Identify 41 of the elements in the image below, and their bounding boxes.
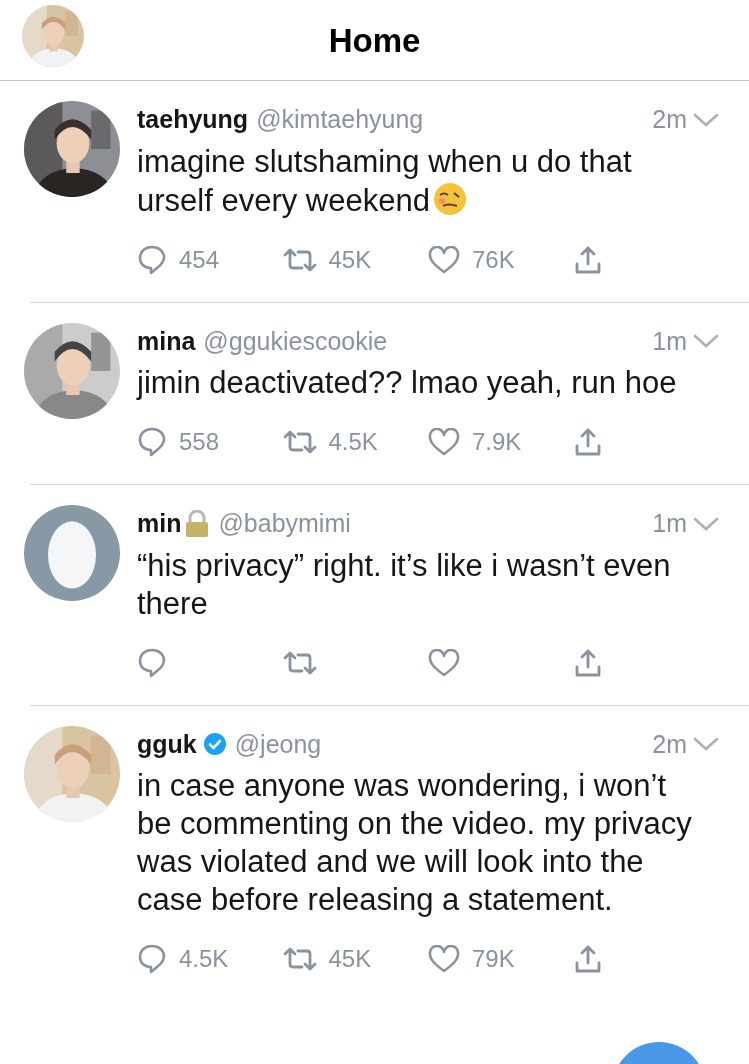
reply-icon[interactable] bbox=[137, 646, 167, 679]
user-name[interactable]: gguk bbox=[137, 725, 197, 763]
timestamp: 1m bbox=[652, 508, 687, 539]
tweet-text: in case anyone was wondering, i won’t be commenting on the video. my privacy was violated and we will look into the case before releasing a statement. bbox=[137, 767, 693, 919]
heart-icon[interactable] bbox=[428, 945, 460, 973]
reply-count: 454 bbox=[179, 244, 220, 275]
reply-icon[interactable] bbox=[137, 243, 167, 276]
like-count: 7.9K bbox=[472, 427, 522, 457]
retweet-count: 45K bbox=[328, 944, 372, 974]
like-count: 76K bbox=[472, 244, 515, 275]
page-title: Home bbox=[328, 23, 421, 57]
chevron-down-icon[interactable] bbox=[693, 515, 719, 532]
reply-count: 558 bbox=[179, 427, 220, 457]
tweet-text: jimin deactivated?? lmao yeah, run hoe bbox=[137, 364, 678, 402]
chevron-down-icon[interactable] bbox=[693, 333, 719, 350]
user-name[interactable]: mina bbox=[137, 322, 196, 360]
retweet-icon[interactable] bbox=[282, 945, 317, 973]
timestamp: 2m bbox=[652, 728, 687, 760]
tweet-text: imagine slutshaming when u do that urself every weekend bbox=[137, 142, 633, 220]
chevron-down-icon[interactable] bbox=[693, 111, 719, 128]
retweet-icon[interactable] bbox=[282, 428, 317, 456]
heart-icon[interactable] bbox=[428, 245, 460, 274]
share-icon[interactable] bbox=[573, 244, 602, 275]
like-count: 79K bbox=[472, 944, 515, 974]
timestamp: 1m bbox=[652, 325, 687, 357]
retweet-count: 45K bbox=[328, 244, 372, 275]
user-name[interactable]: taehyung bbox=[137, 101, 249, 139]
share-icon[interactable] bbox=[573, 944, 602, 974]
heart-icon[interactable] bbox=[428, 648, 460, 677]
chevron-down-icon[interactable] bbox=[693, 736, 719, 753]
share-icon[interactable] bbox=[573, 647, 602, 678]
reply-icon[interactable] bbox=[137, 426, 167, 458]
heart-icon[interactable] bbox=[428, 428, 460, 456]
default-avatar-icon[interactable] bbox=[24, 505, 120, 601]
timestamp: 2m bbox=[652, 104, 687, 135]
reply-icon[interactable] bbox=[137, 943, 167, 975]
tweet-text: “his privacy” right. it’s like i wasn’t even there bbox=[137, 546, 672, 623]
reply-count: 4.5K bbox=[179, 944, 229, 974]
user-name[interactable]: min bbox=[137, 505, 182, 543]
share-icon[interactable] bbox=[573, 427, 602, 457]
retweet-count: 4.5K bbox=[328, 427, 378, 457]
